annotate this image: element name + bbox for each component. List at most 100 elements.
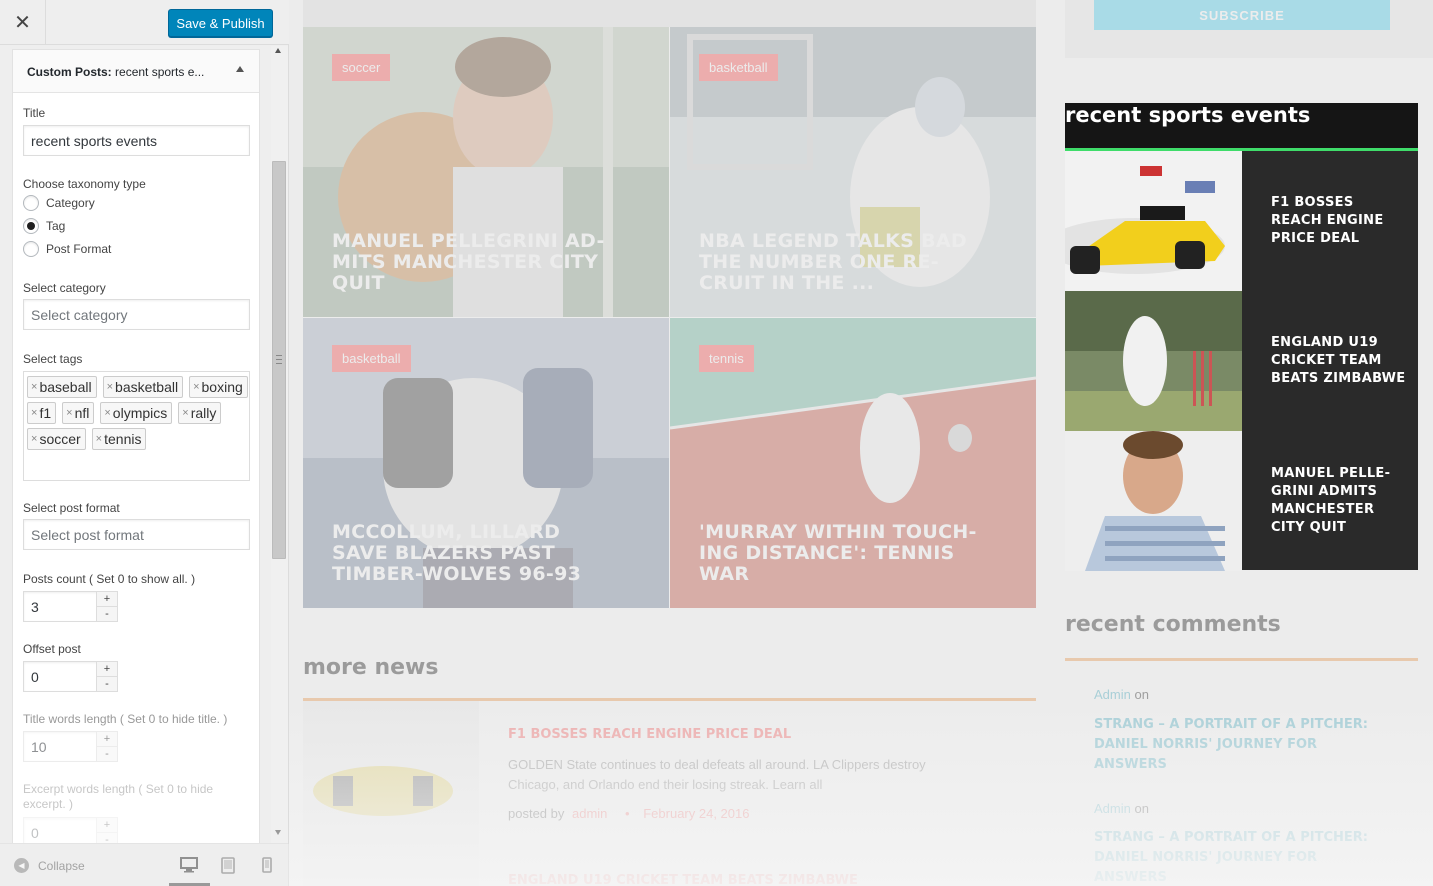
radio-circle-selected[interactable] bbox=[23, 218, 39, 234]
decrement-button[interactable]: - bbox=[97, 606, 117, 621]
radio-label: Category bbox=[46, 196, 95, 210]
remove-icon[interactable]: × bbox=[31, 381, 37, 393]
news-title[interactable]: F1 BOSSES REACH ENGINE PRICE DEAL bbox=[508, 727, 791, 742]
increment-button[interactable]: + bbox=[97, 662, 117, 676]
radio-post-format[interactable]: Post Format bbox=[23, 241, 111, 257]
offset-label: Offset post bbox=[23, 642, 81, 656]
remove-icon[interactable]: × bbox=[66, 407, 72, 419]
collapse-arrow-icon[interactable]: ◀ bbox=[14, 858, 29, 873]
title-words-stepper[interactable]: 10 + - bbox=[23, 731, 118, 762]
widget-scroll-area[interactable]: Custom Posts: recent sports e... Title r… bbox=[0, 46, 289, 843]
subscribe-button[interactable]: SUBSCRIBE bbox=[1094, 0, 1390, 30]
scroll-down-icon[interactable] bbox=[275, 830, 281, 835]
comment-author-link[interactable]: Admin bbox=[1094, 801, 1131, 816]
news-thumbnail[interactable] bbox=[303, 701, 479, 886]
title-input[interactable]: recent sports events bbox=[23, 125, 250, 156]
tag-chip[interactable]: × basketball bbox=[102, 376, 184, 398]
decrement-button[interactable]: - bbox=[97, 832, 117, 843]
excerpt-words-stepper[interactable]: 0 + - bbox=[23, 817, 118, 843]
more-news-heading: more news bbox=[303, 655, 439, 680]
post-title[interactable]: MCCOLLUM, LILLARD SAVE BLAZERS PAST TIMB… bbox=[332, 522, 612, 585]
widget-header[interactable]: Custom Posts: recent sports e... bbox=[13, 50, 259, 93]
offset-stepper[interactable]: 0 + - bbox=[23, 661, 118, 692]
tags-select[interactable]: × baseball × basketball × boxing × f1 × nfl ×… bbox=[23, 371, 250, 481]
category-badge[interactable]: basketball bbox=[699, 54, 778, 81]
panel-header: ✕ Save & Publish bbox=[0, 0, 289, 45]
news-title[interactable]: ENGLAND U19 CRICKET TEAM BEATS ZIMBABWE bbox=[508, 873, 858, 886]
remove-icon[interactable]: × bbox=[31, 407, 37, 419]
featured-post-card[interactable]: basketball NBA LEGEND TALKS BAD THE NUMB… bbox=[670, 27, 1036, 317]
tag-label: baseball bbox=[39, 379, 92, 395]
radio-circle[interactable] bbox=[23, 195, 39, 211]
comment-author-link[interactable]: Admin bbox=[1094, 687, 1131, 702]
posts-count-value[interactable]: 3 bbox=[24, 599, 96, 615]
save-publish-button[interactable]: Save & Publish bbox=[168, 9, 273, 37]
category-select[interactable]: Select category bbox=[23, 299, 250, 330]
title-words-value[interactable]: 10 bbox=[24, 739, 96, 755]
comment-on: on bbox=[1130, 687, 1149, 702]
post-format-select[interactable]: Select post format bbox=[23, 519, 250, 550]
post-date[interactable]: February 24, 2016 bbox=[643, 806, 749, 821]
category-badge[interactable]: tennis bbox=[699, 345, 754, 372]
radio-label: Post Format bbox=[46, 242, 112, 256]
decrement-button[interactable]: - bbox=[97, 746, 117, 761]
featured-post-card[interactable]: basketball MCCOLLUM, LILLARD SAVE BLAZER… bbox=[303, 318, 669, 608]
radio-category[interactable]: Category bbox=[23, 195, 95, 211]
scroll-up-icon[interactable] bbox=[275, 48, 281, 53]
taxonomy-label: Choose taxonomy type bbox=[23, 177, 146, 191]
posts-count-label: Posts count ( Set 0 to show all. ) bbox=[23, 572, 196, 586]
comment-meta: Admin on bbox=[1094, 801, 1149, 816]
desktop-icon[interactable] bbox=[180, 857, 198, 873]
close-icon[interactable]: ✕ bbox=[0, 0, 46, 45]
excerpt-words-value[interactable]: 0 bbox=[24, 825, 96, 841]
post-title[interactable]: NBA LEGEND TALKS BAD THE NUMBER ONE RE-C… bbox=[699, 231, 979, 294]
chevron-up-icon[interactable] bbox=[236, 66, 244, 72]
title-words-label: Title words length ( Set 0 to hide title… bbox=[23, 712, 228, 726]
site-preview[interactable]: soccer MANUEL PELLEGRINI AD-MITS MANCHES… bbox=[289, 0, 1433, 886]
remove-icon[interactable]: × bbox=[193, 381, 199, 393]
post-title[interactable]: 'MURRAY WITHIN TOUCH-ING DISTANCE': TENN… bbox=[699, 522, 979, 585]
tag-chip[interactable]: × soccer bbox=[27, 428, 86, 450]
remove-icon[interactable]: × bbox=[96, 433, 102, 445]
tag-chip[interactable]: × rally bbox=[178, 402, 222, 424]
offset-value[interactable]: 0 bbox=[24, 669, 96, 685]
meta-bullet: • bbox=[625, 806, 630, 821]
posts-count-stepper[interactable]: 3 + - bbox=[23, 591, 118, 622]
tag-chip[interactable]: × olympics bbox=[100, 402, 173, 424]
tag-chip[interactable]: × nfl bbox=[62, 402, 95, 424]
remove-icon[interactable]: × bbox=[31, 433, 37, 445]
collapse-button[interactable]: Collapse bbox=[38, 859, 85, 873]
remove-icon[interactable]: × bbox=[104, 407, 110, 419]
tag-label: olympics bbox=[112, 405, 168, 421]
tag-chip[interactable]: × baseball bbox=[27, 376, 97, 398]
featured-post-card[interactable]: tennis 'MURRAY WITHIN TOUCH-ING DISTANCE… bbox=[670, 318, 1036, 608]
scrollbar-grip-icon bbox=[276, 355, 282, 364]
panel-footer: ◀ Collapse bbox=[0, 843, 289, 886]
decrement-button[interactable]: - bbox=[97, 676, 117, 691]
mobile-icon[interactable] bbox=[262, 857, 272, 873]
post-title[interactable]: MANUEL PELLEGRINI AD-MITS MANCHESTER CIT… bbox=[332, 231, 612, 294]
tag-chip[interactable]: × boxing bbox=[189, 376, 248, 398]
remove-icon[interactable]: × bbox=[182, 407, 188, 419]
category-badge[interactable]: basketball bbox=[332, 345, 411, 372]
tag-label: basketball bbox=[115, 379, 179, 395]
radio-tag[interactable]: Tag bbox=[23, 218, 65, 234]
excerpt-words-label: Excerpt words length ( Set 0 to hide exc… bbox=[23, 782, 214, 811]
comment-post-link[interactable]: STRANG – A PORTRAIT OF A PITCHER: DANIEL… bbox=[1094, 828, 1394, 886]
increment-button[interactable]: + bbox=[97, 592, 117, 606]
post-format-label: Select post format bbox=[23, 501, 120, 515]
tablet-icon[interactable] bbox=[221, 857, 235, 874]
tag-chip[interactable]: × f1 bbox=[27, 402, 57, 424]
tag-chip[interactable]: × tennis bbox=[91, 428, 147, 450]
widget-title-value: recent sports e... bbox=[111, 65, 205, 79]
radio-circle[interactable] bbox=[23, 241, 39, 257]
featured-post-card[interactable]: soccer MANUEL PELLEGRINI AD-MITS MANCHES… bbox=[303, 27, 669, 317]
comment-meta: Admin on bbox=[1094, 687, 1149, 702]
category-badge[interactable]: soccer bbox=[332, 54, 391, 81]
increment-button[interactable]: + bbox=[97, 818, 117, 832]
comment-post-link[interactable]: STRANG – A PORTRAIT OF A PITCHER: DANIEL… bbox=[1094, 715, 1394, 775]
increment-button[interactable]: + bbox=[97, 732, 117, 746]
tag-label: soccer bbox=[39, 431, 81, 447]
author-link[interactable]: admin bbox=[572, 806, 607, 821]
remove-icon[interactable]: × bbox=[107, 381, 113, 393]
